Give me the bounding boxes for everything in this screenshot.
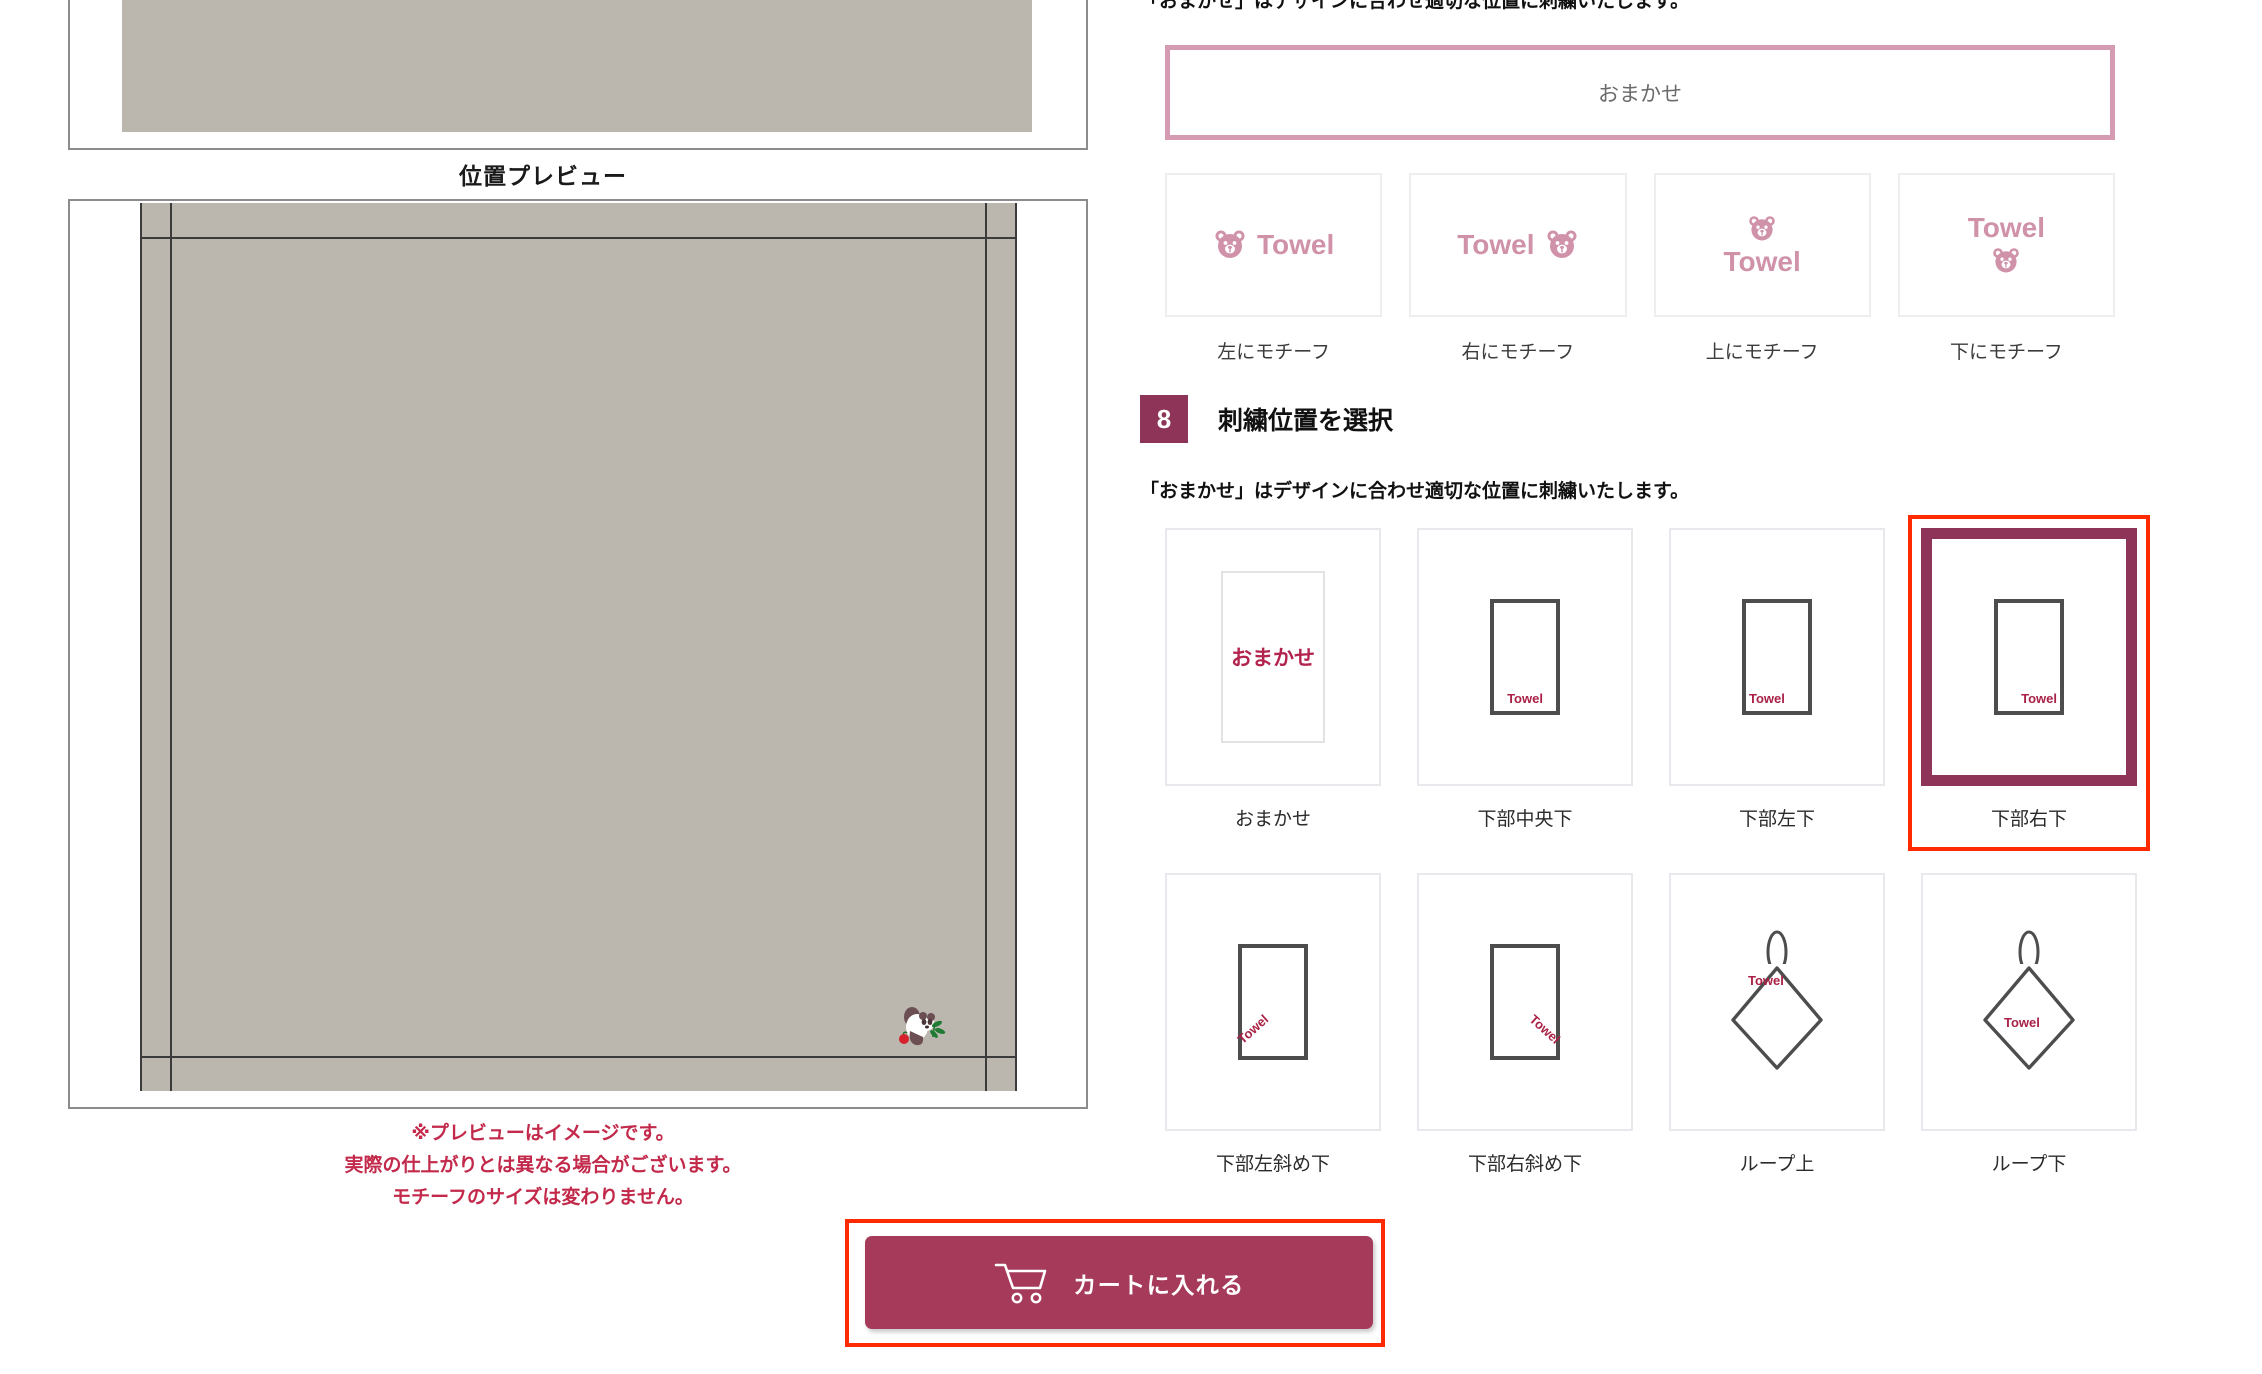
- position-thumb-loop-lower: Towel: [1921, 873, 2137, 1131]
- disclaimer-line-2: 実際の仕上がりとは異なる場合がございます。: [344, 1155, 742, 1176]
- towel-hem-left-outer: [140, 203, 142, 1091]
- motif-card-right[interactable]: Towel 右にモチーフ: [1409, 173, 1627, 364]
- embroidery-section-hint: 「おまかせ」はデザインに合わせ適切な位置に刺繍いたします。: [1140, 481, 1690, 502]
- towel-outline: Towel: [1490, 944, 1564, 1060]
- towel-word-bottom-left: Towel: [1749, 691, 1785, 706]
- motif-card-top[interactable]: Towel 上にモチーフ: [1653, 173, 1871, 364]
- towel-hem-right-inner: [985, 203, 987, 1091]
- motif-omakase-button[interactable]: おまかせ: [1165, 45, 2115, 140]
- towel-hem-right-outer: [1015, 203, 1017, 1091]
- position-thumb-bottom-right: Towel: [1921, 528, 2137, 786]
- embroidery-position-grid: おまかせ おまかせ Towel 下部中央下 Towel 下部左下 Towel 下…: [1165, 515, 2165, 1176]
- cart-button-annotation: カートに入れる: [845, 1219, 1385, 1347]
- position-card-omakase[interactable]: おまかせ おまかせ: [1165, 528, 1381, 831]
- motif-word-bottom: Towel: [1967, 212, 2045, 243]
- motif-caption-left: 左にモチーフ: [1217, 342, 1331, 363]
- loop-diamond-icon: [1731, 930, 1823, 1070]
- position-caption-omakase: おまかせ: [1234, 809, 1311, 830]
- disclaimer-line-3: モチーフのサイズは変わりません。: [392, 1187, 694, 1208]
- towel-word-bottom-right: Towel: [2021, 691, 2057, 706]
- section-8-header: 8 刺繍位置を選択: [1140, 395, 1393, 443]
- position-caption-loop-lower: ループ下: [1991, 1154, 2067, 1175]
- motif-caption-top: 上にモチーフ: [1705, 342, 1819, 363]
- towel-body: [140, 203, 1017, 1091]
- loop-diamond-icon: [1983, 930, 2075, 1070]
- omakase-word: おまかせ: [1231, 647, 1315, 670]
- towel-outline: Towel: [1490, 599, 1560, 715]
- section-8-title: 刺繍位置を選択: [1218, 407, 1394, 435]
- motif-section-hint: 「おまかせ」はデザインに合わせ適切な位置に刺繍いたします。: [1140, 0, 1690, 12]
- motif-thumb-right: Towel: [1409, 173, 1627, 317]
- preview-title: 位置プレビュー: [459, 163, 627, 189]
- preview-column: 位置プレビュー ※プレビューはイメージです。 実際の仕上がりとは異なる場合がござ…: [0, 0, 1385, 1374]
- position-card-bottom-right-diagonal[interactable]: Towel 下部右斜め下: [1417, 873, 1633, 1176]
- motif-caption-bottom: 下にモチーフ: [1949, 342, 2063, 363]
- towel-word-diag-right: Towel: [1526, 1011, 1564, 1047]
- towel-hem-left-inner: [170, 203, 172, 1091]
- loop-word-lower: Towel: [2004, 1015, 2040, 1030]
- position-card-loop-upper[interactable]: Towel ループ上: [1669, 873, 1885, 1176]
- step-number-badge: 8: [1140, 395, 1188, 443]
- position-card-bottom-left[interactable]: Towel 下部左下: [1669, 528, 1885, 831]
- towel-outline: Towel: [1994, 599, 2064, 715]
- position-caption-bottom-right-diagonal: 下部右斜め下: [1467, 1154, 1582, 1175]
- towel-outline: Towel: [1742, 599, 1812, 715]
- add-to-cart-label: カートに入れる: [1073, 1271, 1245, 1298]
- position-thumb-bottom-center: Towel: [1417, 528, 1633, 786]
- panda-motif-preview-icon: [899, 1007, 946, 1046]
- motif-thumb-left: Towel: [1165, 173, 1383, 317]
- position-caption-loop-upper: ループ上: [1739, 1154, 1815, 1175]
- position-thumb-bottom-left: Towel: [1669, 528, 1885, 786]
- towel-outline: Towel: [1234, 944, 1308, 1060]
- motif-word-right: Towel: [1457, 229, 1535, 260]
- page-root: 位置プレビュー ※プレビューはイメージです。 実際の仕上がりとは異なる場合がござ…: [0, 0, 2262, 1374]
- position-card-loop-lower[interactable]: Towel ループ下: [1921, 873, 2137, 1176]
- bear-face-icon: [1215, 230, 1245, 258]
- add-to-cart-button[interactable]: カートに入れる: [865, 1236, 1373, 1329]
- motif-word-top: Towel: [1723, 246, 1801, 277]
- towel-hem-bottom: [140, 1056, 1017, 1058]
- bear-face-icon: [1749, 216, 1775, 241]
- disclaimer-line-1: ※プレビューはイメージです。: [411, 1123, 675, 1144]
- position-caption-bottom-center: 下部中央下: [1477, 809, 1573, 830]
- preview-disclaimer: ※プレビューはイメージです。 実際の仕上がりとは異なる場合がございます。 モチー…: [0, 1118, 1086, 1214]
- towel-word-diag-left: Towel: [1234, 1011, 1272, 1047]
- towel-hem-top: [140, 237, 1017, 239]
- position-caption-bottom-left-diagonal: 下部左斜め下: [1215, 1154, 1330, 1175]
- motif-omakase-label: おまかせ: [1598, 82, 1682, 106]
- loop-towel-outline: Towel: [1722, 928, 1832, 1076]
- towel-outline-blank: おまかせ: [1221, 571, 1325, 743]
- motif-card-bottom[interactable]: Towel 下にモチーフ: [1897, 173, 2115, 364]
- motif-position-grid: Towel 左にモチーフ Towel 右にモチーフ Towel 上にモチーフ T…: [1165, 173, 2115, 364]
- motif-thumb-bottom: Towel: [1897, 173, 2115, 317]
- position-thumb-loop-upper: Towel: [1669, 873, 1885, 1131]
- position-card-bottom-right[interactable]: Towel 下部右下: [1908, 515, 2150, 851]
- motif-thumb-top: Towel: [1653, 173, 1871, 317]
- loop-towel-outline: Towel: [1974, 928, 2084, 1076]
- position-card-bottom-left-diagonal[interactable]: Towel 下部左斜め下: [1165, 873, 1381, 1176]
- bear-face-icon: [1993, 248, 2020, 273]
- position-thumb-bottom-left-diagonal: Towel: [1165, 873, 1381, 1131]
- motif-caption-right: 右にモチーフ: [1461, 342, 1575, 363]
- position-caption-bottom-left: 下部左下: [1738, 809, 1815, 830]
- position-caption-bottom-right: 下部右下: [1990, 809, 2067, 830]
- shopping-cart-icon: [994, 1263, 1047, 1303]
- position-preview-frame: [68, 199, 1088, 1109]
- motif-word-left: Towel: [1256, 229, 1335, 260]
- motif-card-left[interactable]: Towel 左にモチーフ: [1165, 173, 1383, 364]
- loop-word-upper: Towel: [1748, 973, 1784, 988]
- top-preview-towel: [122, 0, 1032, 132]
- position-thumb-bottom-right-diagonal: Towel: [1417, 873, 1633, 1131]
- top-preview-frame: [68, 0, 1088, 150]
- position-thumb-omakase: おまかせ: [1165, 528, 1381, 786]
- towel-word-bottom-center: Towel: [1507, 691, 1543, 706]
- bear-face-icon: [1547, 230, 1576, 258]
- position-card-bottom-center[interactable]: Towel 下部中央下: [1417, 528, 1633, 831]
